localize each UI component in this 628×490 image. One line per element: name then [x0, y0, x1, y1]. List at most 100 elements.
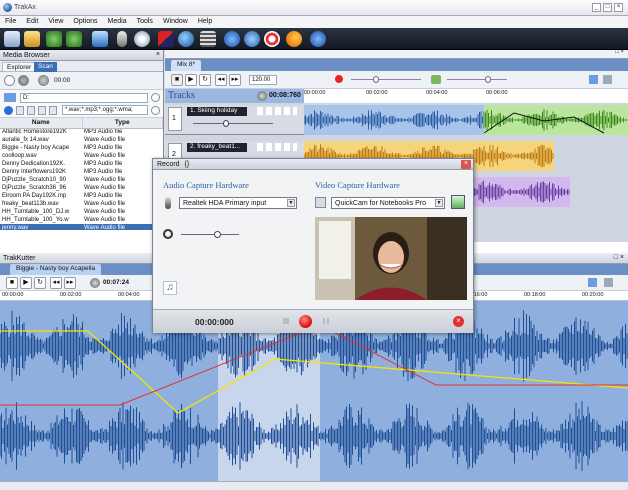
- tab-explorer[interactable]: Explorer: [2, 62, 37, 72]
- kutter-rewind-button[interactable]: ◂◂: [50, 277, 62, 289]
- open-icon[interactable]: [24, 31, 40, 47]
- microphone-icon[interactable]: [117, 31, 127, 47]
- mix-loop-button[interactable]: ↻: [199, 74, 211, 86]
- save-icon[interactable]: [4, 31, 20, 47]
- file-row[interactable]: Atlantic Homestore192K MP3 Audio file: [0, 128, 163, 136]
- mix-settings-icon[interactable]: [589, 75, 598, 84]
- redo-icon[interactable]: [66, 31, 82, 47]
- tab-scan[interactable]: Scan: [34, 62, 57, 72]
- video-settings-icon[interactable]: [451, 195, 465, 209]
- stop-record-button[interactable]: [283, 318, 289, 324]
- ruler-tick: 00:20:00: [582, 292, 604, 298]
- undo-icon[interactable]: [46, 31, 62, 47]
- trakkutter-title: TrakKutter: [3, 255, 36, 262]
- audio-capture-title: Audio Capture Hardware: [163, 180, 249, 190]
- track-1-buttons[interactable]: [257, 107, 297, 115]
- file-row[interactable]: coolloop.wav Wave Audio file: [0, 152, 163, 160]
- kutter-play-button[interactable]: ▶: [20, 277, 32, 289]
- mix-zoom-thumb[interactable]: [485, 76, 491, 83]
- kutter-settings-icon[interactable]: [588, 278, 597, 287]
- kutter-stop-button[interactable]: ■: [6, 277, 18, 289]
- menu-window[interactable]: Window: [158, 16, 193, 25]
- track-1[interactable]: 1 1. Skiing holiday: [165, 105, 304, 135]
- maximize-button[interactable]: □: [603, 3, 612, 12]
- add-track-icon[interactable]: [431, 75, 441, 84]
- app-icon: [3, 3, 12, 12]
- file-type: Wave Audio file: [84, 137, 126, 143]
- file-row[interactable]: Denny Interflowers192K MP3 Audio file: [0, 168, 163, 176]
- menu-options[interactable]: Options: [68, 16, 102, 25]
- tempo-input[interactable]: 120.00: [249, 75, 277, 85]
- minimize-button[interactable]: _: [592, 3, 601, 12]
- kutter-export-icon[interactable]: [604, 278, 613, 287]
- mix-export-icon[interactable]: [603, 75, 612, 84]
- menu-help[interactable]: Help: [193, 16, 217, 25]
- path-browse-button[interactable]: [151, 93, 160, 102]
- track-1-name[interactable]: 1. Skiing holiday: [187, 107, 247, 116]
- tab-biggie[interactable]: Biggie - Nasty boy Acapella: [10, 264, 102, 275]
- record-button[interactable]: [299, 315, 312, 328]
- trakkutter-panel-buttons[interactable]: □ ×: [614, 254, 624, 261]
- folder-icon[interactable]: [4, 93, 16, 102]
- mix-stop-button[interactable]: ■: [171, 74, 183, 86]
- mix-panel-buttons[interactable]: □ ×: [615, 49, 624, 55]
- panel-close-icon[interactable]: ×: [156, 51, 160, 58]
- path-input[interactable]: D:: [20, 93, 148, 103]
- stop-preview-button[interactable]: [4, 75, 15, 86]
- file-row[interactable]: HH_Turntable_100_Yo.w Wave Audio file: [0, 216, 163, 224]
- menu-edit[interactable]: Edit: [21, 16, 43, 25]
- tracks-label: Tracks: [168, 90, 195, 101]
- flag-icon[interactable]: [158, 31, 174, 47]
- tab-mix[interactable]: Mix 8*: [171, 60, 202, 71]
- column-type[interactable]: Type: [82, 118, 163, 129]
- menu-tools[interactable]: Tools: [132, 16, 158, 25]
- info-icon[interactable]: [310, 31, 326, 47]
- record-level-thumb[interactable]: [213, 231, 221, 238]
- menu-file[interactable]: File: [0, 16, 21, 25]
- kutter-forward-button[interactable]: ▸▸: [64, 277, 76, 289]
- track-2-buttons[interactable]: [257, 143, 297, 151]
- mix-record-icon[interactable]: [335, 75, 343, 83]
- lifebuoy-icon[interactable]: [264, 31, 280, 47]
- mix-volume-thumb[interactable]: [373, 76, 379, 83]
- menu-media[interactable]: Media: [103, 16, 132, 25]
- media-path-area: D: *.wav;*.mp3;*.ogg;*.wma;: [0, 90, 163, 118]
- file-row[interactable]: freaky_beat113b.wav Wave Audio file: [0, 200, 163, 208]
- keyboard-icon[interactable]: [200, 31, 216, 47]
- video-device-select[interactable]: QuickCam for Notebooks Pro ▼: [331, 197, 445, 209]
- mix-forward-button[interactable]: ▸▸: [229, 74, 241, 86]
- mix-rewind-button[interactable]: ◂◂: [215, 74, 227, 86]
- file-row[interactable]: Denny Dedication192K. MP3 Audio file: [0, 160, 163, 168]
- play-preview-button[interactable]: [18, 75, 29, 86]
- column-name[interactable]: Name: [0, 118, 83, 129]
- menu-view[interactable]: View: [43, 16, 68, 25]
- cancel-record-icon[interactable]: ×: [453, 316, 464, 327]
- refresh-icon[interactable]: [244, 31, 260, 47]
- title-bar: TrakAx _ □ ×: [0, 0, 628, 16]
- firefox-icon[interactable]: [286, 31, 302, 47]
- file-row[interactable]: auralie_fx 14.wav Wave Audio file: [0, 136, 163, 144]
- mix-play-button[interactable]: ▶: [185, 74, 197, 86]
- file-name: jenny.wav: [0, 224, 82, 230]
- kutter-loop-button[interactable]: ↻: [34, 277, 46, 289]
- globe-icon[interactable]: [178, 31, 194, 47]
- file-row[interactable]: HH_Turntable_100_DJ.w Wave Audio file: [0, 208, 163, 216]
- track-1-volume-thumb[interactable]: [223, 120, 229, 127]
- file-row[interactable]: Biggie - Nasty boy Acape MP3 Audio file: [0, 144, 163, 152]
- close-button[interactable]: ×: [614, 3, 623, 12]
- record-dialog-close-button[interactable]: ×: [461, 160, 471, 169]
- mix-zoom-track: [447, 79, 507, 80]
- file-row[interactable]: DjPuzzle_Scratch10_90 Wave Audio file: [0, 176, 163, 184]
- cd-icon[interactable]: [134, 31, 150, 47]
- track-2-name[interactable]: 2. freaky_beat1...: [187, 143, 247, 152]
- file-row[interactable]: jenny.wav Wave Audio file: [0, 224, 163, 230]
- audio-device-select[interactable]: Realtek HDA Primary input ▼: [179, 197, 297, 209]
- monitor-icon[interactable]: [92, 31, 108, 47]
- filter-apply-button[interactable]: [151, 106, 160, 115]
- file-row[interactable]: DjPuzzle_Scratch36_96 Wave Audio file: [0, 184, 163, 192]
- filter-input[interactable]: *.wav;*.mp3;*.ogg;*.wma;: [62, 105, 148, 115]
- track-1-lane[interactable]: [303, 105, 628, 135]
- file-row[interactable]: Elroom PA Day192K.mp MP3 Audio file: [0, 192, 163, 200]
- help-bubble-icon[interactable]: [224, 31, 240, 47]
- pause-record-button[interactable]: [323, 318, 329, 324]
